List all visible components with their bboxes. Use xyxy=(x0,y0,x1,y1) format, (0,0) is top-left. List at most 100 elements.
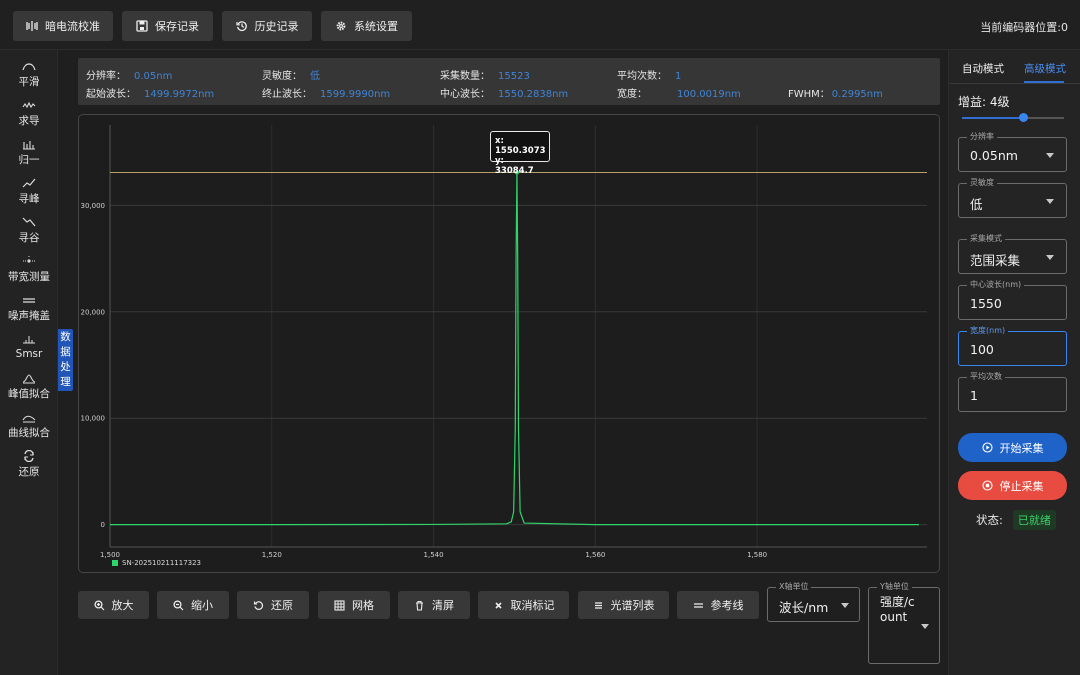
sidebar-item-smsr[interactable]: Smsr xyxy=(0,333,58,371)
grid-button[interactable]: 网格 xyxy=(318,591,390,619)
sidebar-item-curve-fit[interactable]: 曲线拟合 xyxy=(0,411,58,449)
tab-auto-mode[interactable]: 自动模式 xyxy=(962,61,1004,76)
reference-line-icon xyxy=(693,602,703,608)
stop-acquisition-button[interactable]: 停止采集 xyxy=(958,471,1067,500)
sidebar-item-smooth[interactable]: 平滑 xyxy=(0,60,58,98)
tooltip-y: y: 33084.7 xyxy=(495,156,534,176)
sidebar-item-label: 平滑 xyxy=(18,76,40,88)
save-record-label: 保存记录 xyxy=(155,20,199,33)
sensitivity-select[interactable]: 灵敏度 低 xyxy=(958,177,1067,218)
zoom-in-icon xyxy=(93,599,104,610)
sidebar-item-restore[interactable]: 还原 xyxy=(0,450,58,488)
average-count-field[interactable]: 平均次数 1 xyxy=(958,371,1067,412)
sidebar-item-label: 峰值拟合 xyxy=(8,388,50,400)
x-tick-label: 1,520 xyxy=(262,551,282,559)
tab-advanced-mode[interactable]: 高级模式 xyxy=(1024,61,1066,76)
peak-icon xyxy=(22,178,36,188)
sidebar-item-label: 求导 xyxy=(18,115,40,127)
gain-label: 增益: 4级 xyxy=(958,95,1010,109)
chevron-down-icon xyxy=(1046,255,1054,260)
zoom-out-label: 缩小 xyxy=(191,599,213,612)
tooltip-x: x: 1550.3073 xyxy=(495,136,546,156)
y-unit-select-label: Y轴单位 xyxy=(877,581,912,592)
y-tick-label: 20,000 xyxy=(81,308,106,316)
zoom-out-button[interactable]: 缩小 xyxy=(157,591,229,619)
info-sample-count: 采集数量： 15523 xyxy=(440,71,530,82)
y-unit-select[interactable]: Y轴单位 强度/count xyxy=(868,581,940,664)
sidebar-item-label: 寻谷 xyxy=(18,232,40,244)
tab-divider xyxy=(949,83,1080,84)
resolution-select-label: 分辨率 xyxy=(967,131,997,142)
chevron-down-icon xyxy=(1046,199,1054,204)
center-wavelength-field[interactable]: 中心波长(nm) 1550 xyxy=(958,279,1067,320)
calibrate-icon xyxy=(26,21,38,31)
status-label: 状态: xyxy=(976,513,1003,527)
clear-screen-button[interactable]: 清屏 xyxy=(398,591,470,619)
sidebar-item-bandwidth[interactable]: 带宽测量 xyxy=(0,255,58,293)
info-end-wavelength: 终止波长： 1599.9990nm xyxy=(262,89,391,100)
sidebar-item-label: 噪声掩盖 xyxy=(8,310,50,322)
width-field-value: 100 xyxy=(970,342,994,357)
sidebar-item-find-peak[interactable]: 寻峰 xyxy=(0,177,58,215)
width-field[interactable]: 宽度(nm) 100 xyxy=(958,325,1067,366)
encoder-position-text: 当前编码器位置:0 xyxy=(980,21,1068,34)
x-tick-label: 1,560 xyxy=(585,551,605,559)
x-unit-select[interactable]: X轴单位 波长/nm xyxy=(767,581,860,622)
x-tick-label: 1,540 xyxy=(424,551,444,559)
info-start-wavelength: 起始波长： 1499.9972nm xyxy=(86,89,215,100)
system-settings-button[interactable]: 系统设置 xyxy=(321,11,412,41)
stop-circle-icon xyxy=(981,480,993,491)
sidebar-item-label: 曲线拟合 xyxy=(8,427,50,439)
y-tick-label: 10,000 xyxy=(81,415,106,423)
cancel-mark-button[interactable]: 取消标记 xyxy=(478,591,569,619)
reference-line-button[interactable]: 参考线 xyxy=(677,591,759,619)
spectrum-chart[interactable]: 1,500 1,520 1,540 1,560 1,580 0 10,000 20,000 30… xyxy=(78,114,940,573)
acquisition-mode-label: 采集模式 xyxy=(967,233,1005,244)
list-icon xyxy=(594,601,602,609)
play-circle-icon xyxy=(981,442,993,453)
resolution-select[interactable]: 分辨率 0.05nm xyxy=(958,131,1067,172)
chart-legend[interactable]: SN-202510211117323 xyxy=(112,559,201,567)
sidebar-item-label: 归一 xyxy=(18,154,40,166)
x-tick-label: 1,500 xyxy=(100,551,120,559)
cancel-mark-label: 取消标记 xyxy=(510,599,555,612)
spectrum-list-label: 光谱列表 xyxy=(610,599,655,612)
sidebar-item-label: 带宽测量 xyxy=(8,271,50,283)
reset-zoom-label: 还原 xyxy=(271,599,293,612)
chevron-down-icon xyxy=(921,624,929,629)
save-record-button[interactable]: 保存记录 xyxy=(122,11,213,41)
legend-label: SN-202510211117323 xyxy=(122,559,202,567)
start-acquisition-button[interactable]: 开始采集 xyxy=(958,433,1067,462)
average-count-label: 平均次数 xyxy=(967,371,1005,382)
spectrum-plot[interactable]: 1,500 1,520 1,540 1,560 1,580 0 10,000 20,000 30… xyxy=(79,115,941,574)
spectrum-list-button[interactable]: 光谱列表 xyxy=(578,591,669,619)
info-fwhm: FWHM： 0.2995nm xyxy=(788,89,883,100)
peak-fit-icon xyxy=(22,374,36,384)
processing-sidebar: 平滑 求导 归一 寻峰 寻谷 带宽测量 噪声掩盖 Smsr 峰值拟合 曲线拟合 … xyxy=(0,50,58,675)
history-record-button[interactable]: 历史记录 xyxy=(222,11,312,41)
average-count-value: 1 xyxy=(970,388,978,403)
spectrum-info-panel: 分辨率： 0.05nm 灵敏度：低 采集数量： 15523 平均次数： 1 起始波长：… xyxy=(78,58,940,105)
zoom-in-button[interactable]: 放大 xyxy=(78,591,149,619)
gain-slider-thumb[interactable] xyxy=(1019,113,1028,122)
data-processing-tab[interactable]: 数据处理 xyxy=(58,329,73,391)
smooth-icon xyxy=(22,63,36,71)
sidebar-item-derivative[interactable]: 求导 xyxy=(0,99,58,137)
normalize-icon xyxy=(23,141,35,150)
dark-current-calibrate-button[interactable]: 暗电流校准 xyxy=(13,11,113,41)
save-icon xyxy=(136,20,148,32)
x-unit-select-value: 波长/nm xyxy=(779,600,829,615)
reset-zoom-button[interactable]: 还原 xyxy=(237,591,309,619)
clear-icon xyxy=(416,600,423,611)
x-tick-label: 1,580 xyxy=(747,551,767,559)
info-average: 平均次数： 1 xyxy=(617,71,682,82)
sidebar-item-noise-mask[interactable]: 噪声掩盖 xyxy=(0,294,58,332)
grid-icon xyxy=(334,599,345,611)
sidebar-item-peak-fit[interactable]: 峰值拟合 xyxy=(0,372,58,410)
acquisition-mode-select[interactable]: 采集模式 范围采集 xyxy=(958,233,1067,274)
bandwidth-icon xyxy=(23,256,35,263)
smsr-icon xyxy=(23,336,35,344)
sidebar-item-label: 寻峰 xyxy=(18,193,40,205)
sidebar-item-normalize[interactable]: 归一 xyxy=(0,138,58,176)
sidebar-item-find-valley[interactable]: 寻谷 xyxy=(0,216,58,254)
